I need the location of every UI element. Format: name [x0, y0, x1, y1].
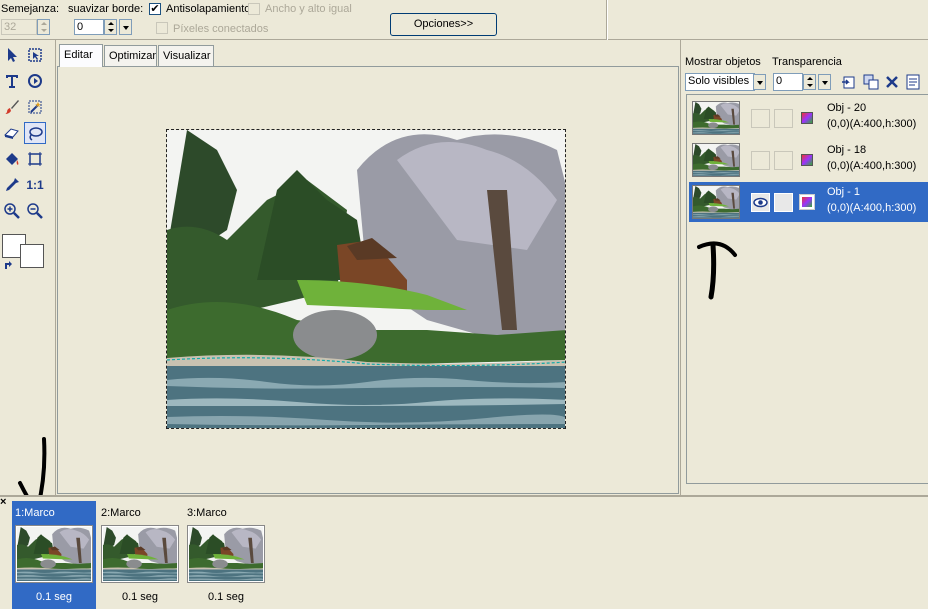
- ancho-alto-checkbox[interactable]: [248, 3, 260, 15]
- semejanza-label: Semejanza:: [1, 3, 60, 15]
- transparencia-field[interactable]: 0: [773, 73, 803, 91]
- crop-select-icon[interactable]: [24, 44, 46, 66]
- frame-delay[interactable]: 0.1 seg: [184, 591, 268, 603]
- magic-wand-icon[interactable]: [24, 96, 46, 118]
- lock-toggle[interactable]: [774, 109, 793, 128]
- suavizar-field[interactable]: 0: [74, 19, 104, 35]
- lock-toggle[interactable]: [774, 151, 793, 170]
- resize-icon[interactable]: [24, 148, 46, 170]
- toolbox: 1:1: [0, 40, 84, 514]
- object-color-icon: [801, 154, 813, 166]
- lock-toggle[interactable]: [774, 193, 793, 212]
- object-thumbnail: [692, 143, 740, 177]
- close-frames-icon[interactable]: ×: [0, 496, 6, 508]
- object-color-icon: [801, 112, 813, 124]
- suavizar-spinner[interactable]: [104, 19, 117, 35]
- antisolapamiento-label: Antisolapamiento: [166, 3, 251, 15]
- object-name: Obj - 1: [827, 186, 861, 198]
- object-info: (0,0)(A:400,h:300): [827, 118, 917, 130]
- canvas-image[interactable]: [166, 129, 566, 429]
- frame-item-selected[interactable]: 1:Marco 0.1 seg: [12, 501, 96, 609]
- visibility-toggle[interactable]: [751, 193, 770, 212]
- eyedropper-icon[interactable]: [1, 174, 23, 196]
- zoom-in-icon[interactable]: [1, 200, 23, 222]
- brush-icon[interactable]: [1, 96, 23, 118]
- mostrar-objetos-dropdown-button[interactable]: [753, 74, 766, 90]
- import-object-icon[interactable]: [841, 74, 857, 90]
- eraser-icon[interactable]: [1, 122, 23, 144]
- opciones-button[interactable]: Opciones>>: [390, 13, 497, 36]
- frame-item[interactable]: 3:Marco 0.1 seg: [184, 501, 268, 609]
- frame-delay[interactable]: 0.1 seg: [98, 591, 182, 603]
- frame-thumbnail: [187, 525, 265, 583]
- text-icon[interactable]: [1, 70, 23, 92]
- background-color-swatch[interactable]: [20, 244, 44, 268]
- suavizar-label: suavizar borde:: [68, 3, 144, 15]
- transparencia-dropdown-button[interactable]: [818, 74, 831, 90]
- zoom-out-icon[interactable]: [24, 200, 46, 222]
- pixeles-checkbox[interactable]: [156, 22, 168, 34]
- visibility-toggle[interactable]: [751, 109, 770, 128]
- handwritten-arrow-annotation: [691, 235, 751, 305]
- transparencia-spinner[interactable]: [803, 74, 816, 90]
- object-info: (0,0)(A:400,h:300): [827, 160, 917, 172]
- object-row-selected[interactable]: Obj - 1 (0,0)(A:400,h:300): [689, 182, 928, 222]
- object-thumbnail: [692, 185, 740, 219]
- frame-item[interactable]: 2:Marco 0.1 seg: [98, 501, 182, 609]
- actual-size-icon[interactable]: 1:1: [24, 174, 46, 196]
- selection-marquee: [167, 357, 565, 367]
- frames-panel: × 1:Marco 0.1 seg 2:Marco 0.1 seg 3:Marc…: [0, 495, 928, 609]
- objects-list: Obj - 20 (0,0)(A:400,h:300) Obj - 18 (0,…: [686, 94, 928, 484]
- object-properties-icon[interactable]: [905, 74, 921, 90]
- pixeles-label: Píxeles conectados: [173, 23, 269, 35]
- object-color-icon: [802, 197, 812, 207]
- swap-colors-icon[interactable]: [3, 260, 15, 272]
- object-thumbnail: [692, 101, 740, 135]
- delete-object-icon[interactable]: [884, 74, 900, 90]
- tab-optimizar[interactable]: Optimizar: [104, 45, 157, 67]
- object-row[interactable]: Obj - 18 (0,0)(A:400,h:300): [689, 140, 928, 180]
- object-row[interactable]: Obj - 20 (0,0)(A:400,h:300): [689, 98, 928, 138]
- ancho-alto-label: Ancho y alto igual: [265, 3, 352, 15]
- arrow-icon[interactable]: [1, 44, 23, 66]
- frame-thumbnail: [101, 525, 179, 583]
- mostrar-objetos-label: Mostrar objetos: [685, 56, 761, 68]
- canvas-area: [57, 66, 679, 494]
- tab-visualizar[interactable]: Visualizar: [158, 45, 214, 67]
- toolbar-divider: [606, 0, 608, 40]
- duplicate-object-icon[interactable]: [863, 74, 879, 90]
- frame-label: 3:Marco: [187, 507, 227, 519]
- semejanza-field[interactable]: 32: [1, 19, 37, 35]
- visibility-toggle[interactable]: [751, 151, 770, 170]
- rotate-icon[interactable]: [24, 70, 46, 92]
- suavizar-dropdown-button[interactable]: [119, 19, 132, 35]
- tab-editar[interactable]: Editar: [59, 44, 103, 67]
- object-info: (0,0)(A:400,h:300): [827, 202, 917, 214]
- frame-thumbnail: [15, 525, 93, 583]
- mostrar-objetos-select[interactable]: Solo visibles: [685, 73, 755, 91]
- semejanza-spinner[interactable]: [37, 19, 50, 35]
- antisolapamiento-checkbox[interactable]: ✔: [149, 3, 161, 15]
- lasso-icon[interactable]: [24, 122, 46, 144]
- frame-delay[interactable]: 0.1 seg: [12, 591, 96, 603]
- objects-panel: Mostrar objetos Solo visibles Transparen…: [680, 40, 928, 495]
- frame-label: 2:Marco: [101, 507, 141, 519]
- object-name: Obj - 20: [827, 102, 867, 114]
- tool-options-bar: Semejanza: 32 suavizar borde: 0 ✔ Antiso…: [0, 0, 928, 40]
- frame-label: 1:Marco: [15, 507, 55, 519]
- eye-icon: [753, 197, 768, 208]
- object-name: Obj - 18: [827, 144, 867, 156]
- transparencia-label: Transparencia: [772, 56, 842, 68]
- paint-bucket-icon[interactable]: [1, 148, 23, 170]
